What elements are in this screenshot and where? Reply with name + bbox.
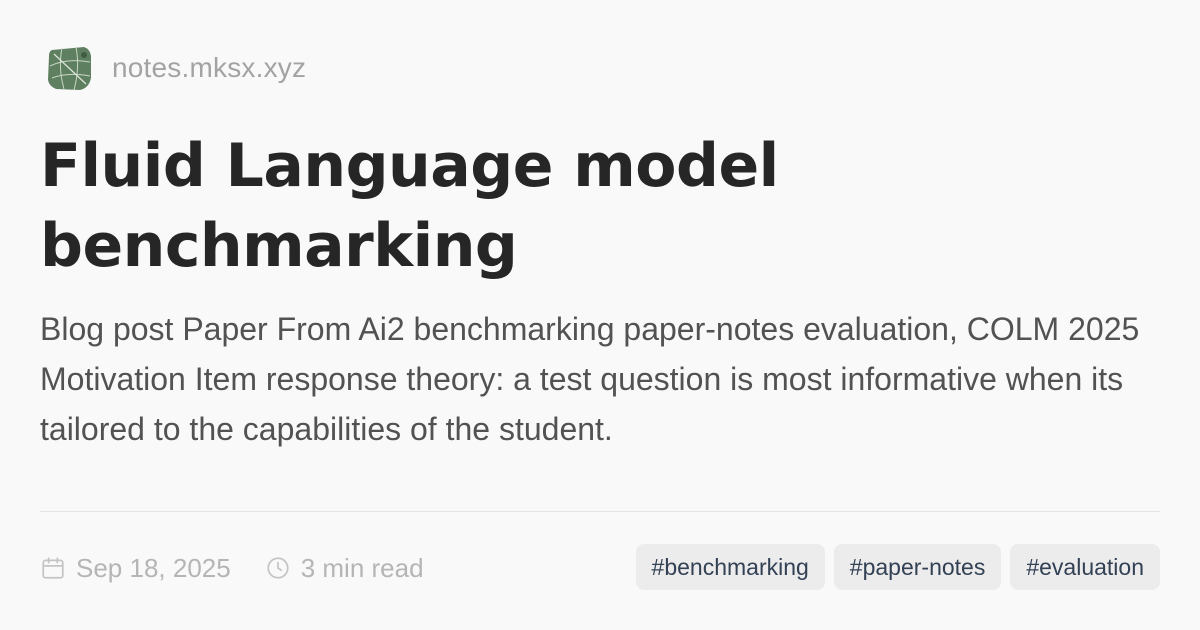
- post-meta: Sep 18, 2025 3 min read: [40, 548, 424, 588]
- read-time: 3 min read: [265, 553, 424, 584]
- post-title-line-1: Fluid Language model: [40, 131, 779, 201]
- tag-evaluation[interactable]: #evaluation: [1010, 544, 1160, 590]
- calendar-icon: [42, 557, 64, 579]
- social-card: notes.mksx.xyz Fluid Language model benc…: [0, 0, 1200, 630]
- tag-list: #benchmarking #paper-notes #evaluation: [635, 544, 1160, 590]
- read-time-text: 3 min read: [300, 552, 424, 583]
- tag-paper-notes[interactable]: #paper-notes: [833, 544, 1002, 590]
- divider: [40, 511, 1160, 512]
- post-date-text: Sep 18, 2025: [76, 552, 231, 583]
- site-header[interactable]: notes.mksx.xyz: [44, 42, 306, 94]
- post-title-line-2: benchmarking: [40, 211, 518, 281]
- post-title: Fluid Language model benchmarking: [40, 126, 1140, 286]
- site-name: notes.mksx.xyz: [112, 52, 307, 83]
- post-date: Sep 18, 2025: [40, 553, 231, 584]
- post-excerpt: Blog post Paper From Ai2 benchmarking pa…: [40, 311, 1140, 447]
- clock-icon: [267, 557, 289, 579]
- globe-map-logo-icon: [48, 46, 91, 91]
- tag-benchmarking[interactable]: #benchmarking: [635, 544, 825, 590]
